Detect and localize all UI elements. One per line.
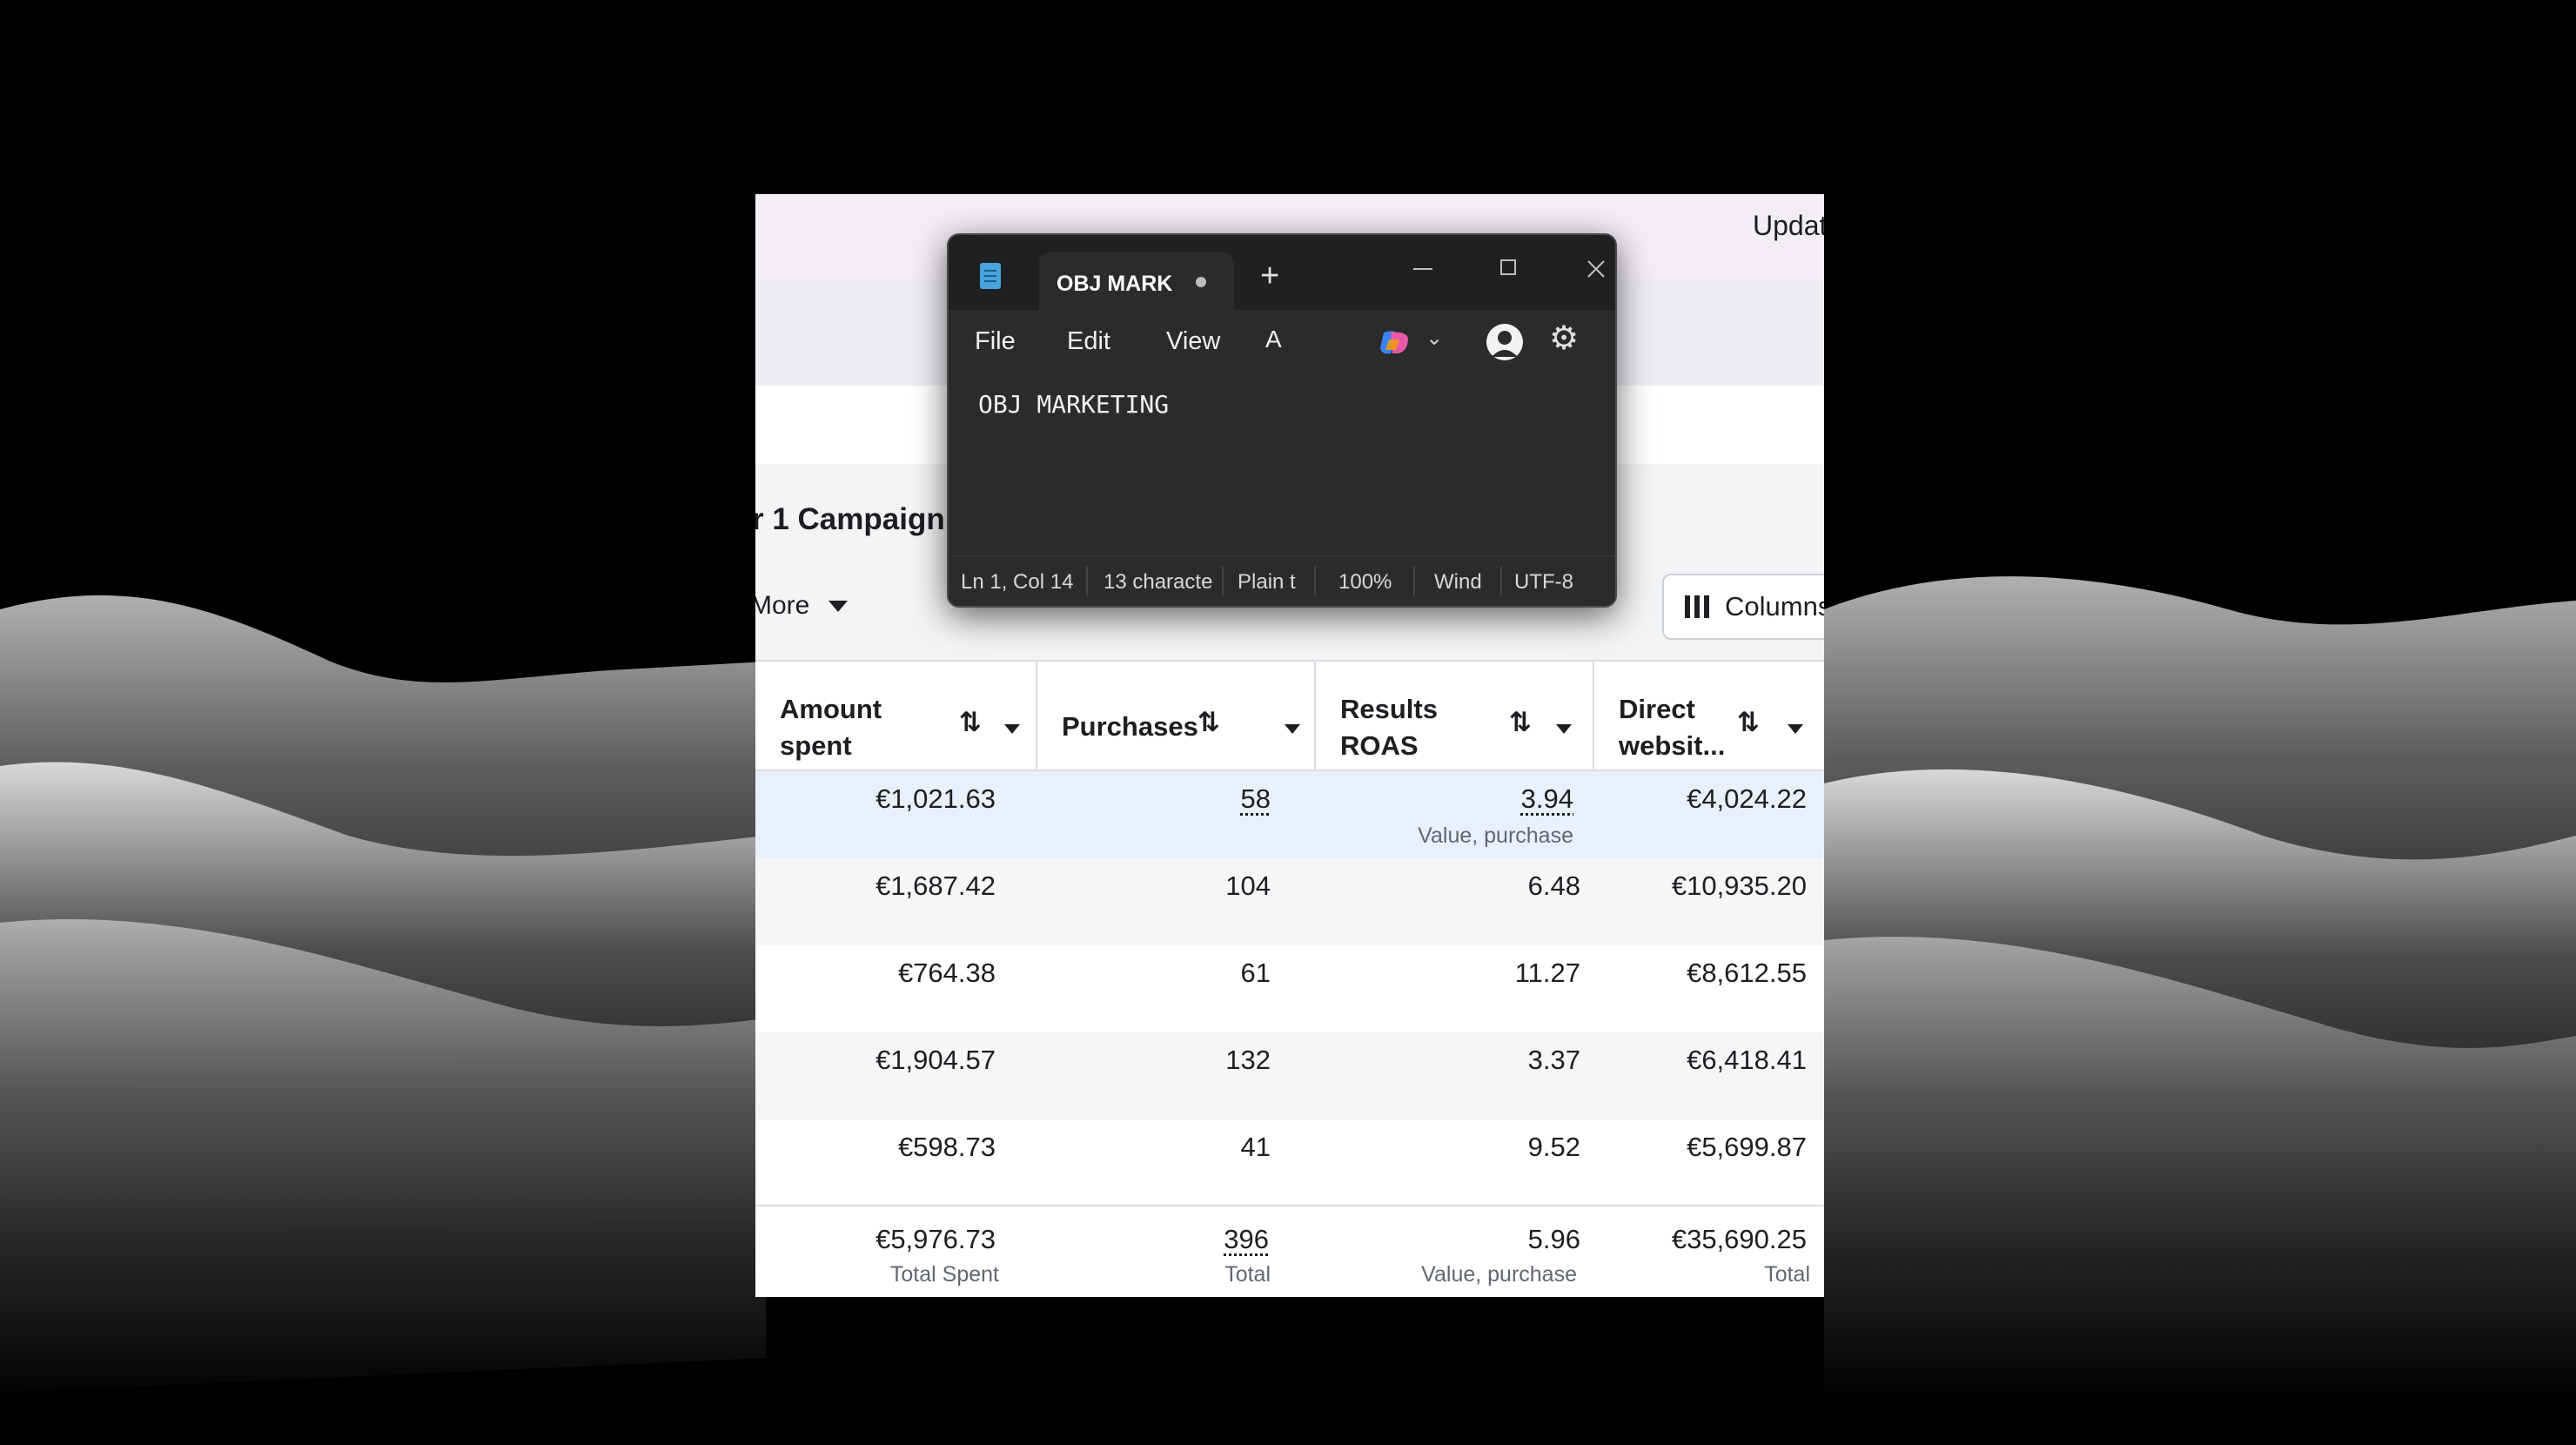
table-row[interactable]: €598.73 41 9.52 €5,699.87 xyxy=(755,1119,1824,1206)
notepad-window: OBJ MARK + File Edit View A ⌄ ⚙ OBJ MARK… xyxy=(947,233,1617,608)
cell-roas: 9.52 xyxy=(1527,1132,1580,1162)
more-label: More xyxy=(755,591,810,620)
title-bar[interactable]: OBJ MARK + xyxy=(949,235,1615,310)
sort-icon[interactable]: ⇅ xyxy=(1197,709,1220,736)
cell-purchases: 61 xyxy=(1240,958,1271,988)
caret-down-icon xyxy=(828,600,849,612)
text-editor[interactable]: OBJ MARKETING xyxy=(949,373,1615,555)
table-row[interactable]: €1,687.42 104 6.48 €10,935.20 xyxy=(755,858,1824,945)
status-separator xyxy=(1222,567,1224,596)
cell-purchases: 41 xyxy=(1240,1132,1271,1162)
cell-direct-website: €10,935.20 xyxy=(1671,870,1807,901)
menu-bar: File Edit View A ⌄ ⚙ xyxy=(949,310,1615,373)
column-label: websit... xyxy=(1619,730,1726,761)
unsaved-dot-icon xyxy=(1196,277,1206,287)
total-roas: 5.96 xyxy=(1527,1224,1580,1254)
tab-obj-mark[interactable]: OBJ MARK xyxy=(1039,252,1234,310)
caret-down-icon[interactable] xyxy=(1004,724,1020,734)
columns-label: Columns xyxy=(1725,591,1824,622)
table-header: Amount spent ⇅ Purchases ⇅ Results ROAS xyxy=(755,660,1824,771)
column-label: Amount xyxy=(780,694,882,724)
maximize-icon[interactable] xyxy=(1483,247,1535,291)
column-label: spent xyxy=(780,730,852,761)
cell-roas: 3.37 xyxy=(1527,1045,1580,1075)
cell-direct-website: €8,612.55 xyxy=(1687,958,1807,988)
chevron-down-icon[interactable]: ⌄ xyxy=(1426,326,1443,351)
menu-file[interactable]: File xyxy=(975,327,1016,356)
caret-down-icon[interactable] xyxy=(1556,724,1572,734)
caret-down-icon[interactable] xyxy=(1285,724,1300,734)
total-purchases-sub: Total xyxy=(1224,1262,1271,1287)
cell-roas: 6.48 xyxy=(1527,870,1580,901)
menu-view[interactable]: View xyxy=(1166,327,1220,356)
status-character-count: 13 characte xyxy=(1104,570,1213,594)
status-zoom[interactable]: 100% xyxy=(1338,570,1399,595)
status-bar: Ln 1, Col 14 13 characte Plain t 100% Wi… xyxy=(949,555,1615,606)
cell-direct-website: €6,418.41 xyxy=(1687,1045,1807,1075)
status-separator xyxy=(1413,567,1415,596)
cell-roas[interactable]: 3.94 xyxy=(1521,783,1573,815)
column-header-direct-website[interactable]: Direct websit... ⇅ xyxy=(1594,662,1824,770)
close-icon[interactable] xyxy=(1570,247,1615,291)
copilot-icon[interactable] xyxy=(1379,329,1410,357)
cell-amount-spent: €1,021.63 xyxy=(875,783,996,814)
total-direct-website-sub: Total xyxy=(1764,1262,1810,1287)
totals-row: €5,976.73 Total Spent 396 Total 5.96 Val… xyxy=(755,1206,1824,1297)
status-file-format[interactable]: Plain t xyxy=(1238,570,1307,595)
cell-amount-spent: €764.38 xyxy=(897,958,996,988)
sort-icon[interactable]: ⇅ xyxy=(1509,709,1532,736)
status-line-ending[interactable]: Wind xyxy=(1434,570,1492,595)
more-dropdown[interactable]: More xyxy=(755,591,849,621)
cell-roas: 11.27 xyxy=(1514,958,1580,988)
cell-direct-website: €4,024.22 xyxy=(1687,783,1807,814)
menu-edit[interactable]: Edit xyxy=(1067,327,1110,356)
total-purchases[interactable]: 396 xyxy=(1224,1224,1269,1255)
column-header-amount-spent[interactable]: Amount spent ⇅ xyxy=(755,662,1037,770)
sort-icon[interactable]: ⇅ xyxy=(1737,709,1760,736)
status-cursor-position[interactable]: Ln 1, Col 14 xyxy=(961,570,1079,595)
new-tab-button[interactable]: + xyxy=(1260,259,1279,292)
columns-icon xyxy=(1685,595,1709,618)
column-label: Results xyxy=(1340,694,1438,724)
column-label: Direct xyxy=(1619,694,1695,724)
cell-amount-spent: €1,904.57 xyxy=(875,1045,996,1075)
columns-button[interactable]: Columns xyxy=(1662,574,1824,640)
update-link[interactable]: Updat xyxy=(1753,210,1824,242)
formatting-icon[interactable]: A xyxy=(1265,326,1282,353)
cell-purchases: 132 xyxy=(1225,1045,1271,1075)
cell-amount-spent: €598.73 xyxy=(897,1132,996,1162)
editor-content[interactable]: OBJ MARKETING xyxy=(978,390,1169,419)
total-roas-sub: Value, purchase xyxy=(1421,1262,1577,1287)
total-amount-spent: €5,976.73 xyxy=(875,1224,996,1254)
table-row[interactable]: €1,021.63 58 3.94 Value, purchase €4,024… xyxy=(755,771,1824,858)
column-header-results-roas[interactable]: Results ROAS ⇅ xyxy=(1316,662,1594,770)
notepad-app-icon xyxy=(980,263,1001,289)
cell-purchases[interactable]: 58 xyxy=(1241,783,1271,815)
campaign-count-title: r 1 Campaign xyxy=(755,502,945,536)
column-label: ROAS xyxy=(1340,730,1419,761)
cell-direct-website: €5,699.87 xyxy=(1687,1132,1807,1162)
status-separator xyxy=(1086,567,1088,596)
status-separator xyxy=(1500,567,1502,596)
caret-down-icon[interactable] xyxy=(1788,724,1803,734)
tab-title: OBJ MARK xyxy=(1057,272,1173,296)
status-separator xyxy=(1314,567,1316,596)
status-encoding[interactable]: UTF-8 xyxy=(1514,570,1584,595)
sort-icon[interactable]: ⇅ xyxy=(959,709,982,736)
table-row[interactable]: €764.38 61 11.27 €8,612.55 xyxy=(755,945,1824,1032)
total-amount-spent-sub: Total Spent xyxy=(889,1262,999,1287)
column-label: Purchases xyxy=(1062,711,1198,742)
cell-roas-sub: Value, purchase xyxy=(1418,823,1573,848)
column-header-purchases[interactable]: Purchases ⇅ xyxy=(1037,662,1316,770)
gear-icon[interactable]: ⚙ xyxy=(1549,322,1579,355)
cell-purchases: 104 xyxy=(1225,870,1271,901)
cell-amount-spent: €1,687.42 xyxy=(875,870,996,901)
table-row[interactable]: €1,904.57 132 3.37 €6,418.41 xyxy=(755,1032,1824,1119)
minimize-icon[interactable] xyxy=(1396,247,1448,291)
account-icon[interactable] xyxy=(1486,324,1523,360)
total-direct-website: €35,690.25 xyxy=(1671,1224,1807,1254)
